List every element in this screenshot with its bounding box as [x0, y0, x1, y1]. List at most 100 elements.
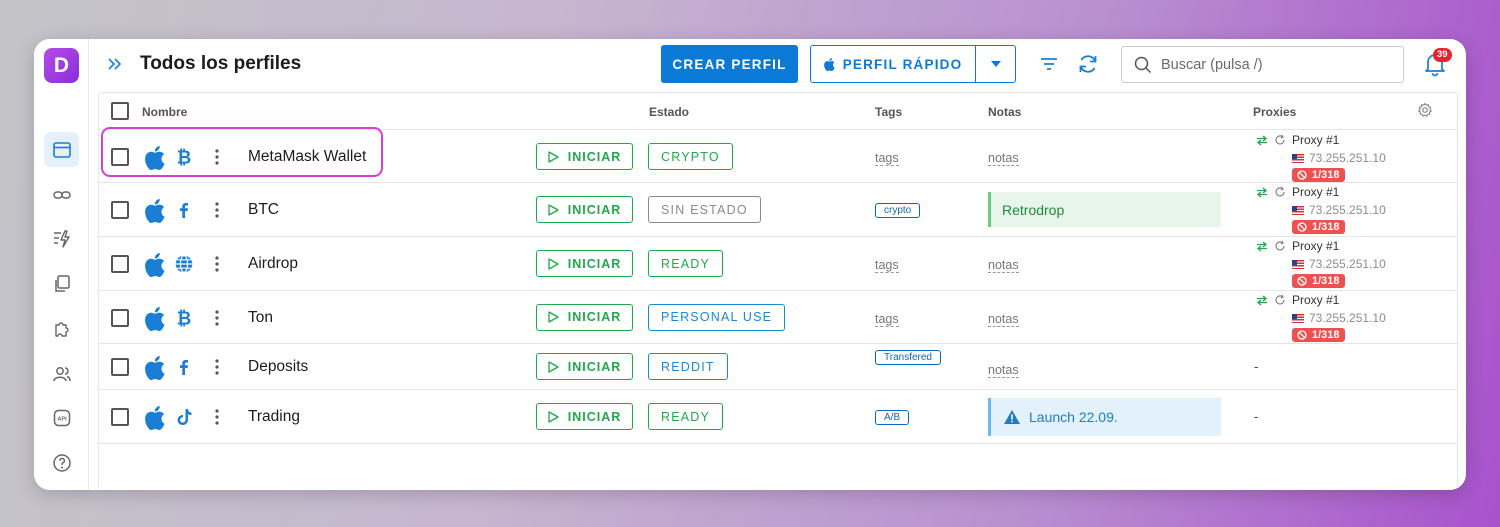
- expand-sidebar-icon[interactable]: [106, 55, 124, 73]
- start-profile-button[interactable]: INICIAR: [536, 143, 633, 170]
- row-checkbox[interactable]: [111, 308, 129, 327]
- more-options-icon[interactable]: [214, 201, 220, 219]
- notes-placeholder[interactable]: notas: [988, 258, 1019, 273]
- search-input[interactable]: [1161, 56, 1381, 73]
- sidebar-item-extensions[interactable]: [44, 311, 79, 346]
- apple-icon: [145, 406, 165, 431]
- play-icon: [548, 360, 559, 373]
- more-options-icon[interactable]: [214, 408, 220, 426]
- note-text: Launch 22.09.: [1029, 409, 1118, 425]
- tiktok-icon: [174, 407, 194, 427]
- api-icon-label: API: [57, 416, 67, 422]
- more-options-icon[interactable]: [214, 255, 220, 273]
- us-flag-icon: [1292, 153, 1304, 163]
- more-options-icon[interactable]: [214, 148, 220, 166]
- quick-profile-dropdown[interactable]: [976, 46, 1015, 82]
- app-logo[interactable]: D: [44, 48, 79, 83]
- quick-profile-button[interactable]: PERFIL RÁPIDO: [811, 46, 976, 82]
- column-header-notes[interactable]: Notas: [988, 105, 1021, 119]
- table-row[interactable]: ₿ Ton INICIAR PERSONAL USE tags notas Proxy #…: [99, 291, 1457, 344]
- note-block[interactable]: Retrodrop: [988, 192, 1221, 227]
- profile-name[interactable]: MetaMask Wallet: [248, 148, 366, 166]
- tags-placeholder[interactable]: tags: [875, 151, 899, 166]
- proxy-usage-badge: 1/318: [1292, 220, 1345, 234]
- start-profile-button[interactable]: INICIAR: [536, 303, 633, 331]
- proxy-usage-count: 1/318: [1312, 329, 1340, 341]
- profile-name[interactable]: Trading: [248, 408, 300, 426]
- us-flag-icon: [1292, 259, 1304, 269]
- sidebar-item-help[interactable]: [44, 445, 79, 480]
- sidebar-item-team[interactable]: [44, 356, 79, 391]
- column-header-proxies[interactable]: Proxies: [1253, 105, 1296, 119]
- proxy-name: Proxy #1: [1292, 185, 1340, 199]
- sidebar-item-proxies[interactable]: [44, 177, 79, 212]
- search-box: [1121, 46, 1404, 83]
- table-row[interactable]: Deposits INICIAR REDDIT Transfered notas -: [99, 344, 1457, 390]
- notes-placeholder[interactable]: notas: [988, 151, 1019, 166]
- profiles-table: Nombre Estado Tags Notas Proxies ₿ MetaMa…: [98, 92, 1458, 490]
- start-profile-button[interactable]: INICIAR: [536, 353, 633, 380]
- table-row[interactable]: Trading INICIAR READY A/B Launch 22.09. -: [99, 390, 1457, 444]
- profile-name[interactable]: BTC: [248, 201, 279, 219]
- sidebar: D API: [34, 39, 89, 490]
- caret-down-icon: [990, 61, 1001, 67]
- rotate-icon: [1275, 134, 1285, 145]
- status-badge[interactable]: READY: [648, 403, 724, 430]
- create-profile-button[interactable]: CREAR PERFIL: [661, 45, 798, 83]
- svg-text:₿: ₿: [177, 308, 192, 328]
- swap-arrows-icon: [1256, 187, 1268, 197]
- proxy-name: Proxy #1: [1292, 133, 1340, 147]
- globe-icon: [174, 254, 194, 274]
- note-block[interactable]: Launch 22.09.: [988, 398, 1221, 436]
- profile-name[interactable]: Deposits: [248, 358, 308, 376]
- row-checkbox[interactable]: [111, 358, 129, 376]
- more-options-icon[interactable]: [214, 358, 220, 376]
- status-badge[interactable]: SIN ESTADO: [648, 196, 761, 223]
- column-header-name[interactable]: Nombre: [142, 105, 187, 119]
- swap-arrows-icon: [1256, 241, 1268, 251]
- apple-icon: [145, 146, 165, 171]
- tag-chip[interactable]: A/B: [875, 410, 910, 425]
- profile-name[interactable]: Ton: [248, 309, 273, 327]
- select-all-checkbox[interactable]: [111, 102, 129, 120]
- status-badge[interactable]: CRYPTO: [648, 143, 733, 170]
- sidebar-item-profiles[interactable]: [44, 132, 79, 167]
- bitcoin-icon: ₿: [174, 308, 194, 329]
- tag-chip[interactable]: Transfered: [875, 350, 941, 365]
- sidebar-item-api[interactable]: API: [44, 400, 79, 435]
- start-profile-button[interactable]: INICIAR: [536, 196, 633, 223]
- tag-chip[interactable]: crypto: [875, 203, 921, 218]
- start-profile-button[interactable]: INICIAR: [536, 403, 633, 430]
- row-checkbox[interactable]: [111, 201, 129, 219]
- status-badge[interactable]: PERSONAL USE: [648, 303, 786, 331]
- more-options-icon[interactable]: [214, 309, 220, 327]
- table-row[interactable]: ₿ MetaMask Wallet INICIAR CRYPTO tags notas P…: [99, 131, 1457, 183]
- row-checkbox[interactable]: [111, 255, 129, 273]
- notes-placeholder[interactable]: notas: [988, 363, 1019, 378]
- row-checkbox[interactable]: [111, 148, 129, 166]
- table-row[interactable]: BTC INICIAR SIN ESTADO crypto Retrodrop Prox…: [99, 183, 1457, 237]
- link-icon: [52, 190, 71, 199]
- start-profile-button[interactable]: INICIAR: [536, 250, 633, 277]
- status-badge[interactable]: REDDIT: [648, 353, 728, 380]
- refresh-icon[interactable]: [1076, 52, 1100, 76]
- table-row[interactable]: Airdrop INICIAR READY tags notas Proxy #1 73…: [99, 237, 1457, 291]
- notes-placeholder[interactable]: notas: [988, 312, 1019, 327]
- status-badge[interactable]: READY: [648, 250, 724, 277]
- profile-name[interactable]: Airdrop: [248, 255, 298, 273]
- tags-placeholder[interactable]: tags: [875, 258, 899, 273]
- proxy-ip: 73.255.251.10: [1309, 151, 1386, 165]
- tags-placeholder[interactable]: tags: [875, 312, 899, 327]
- play-icon: [548, 203, 559, 216]
- swap-arrows-icon: [1256, 295, 1268, 305]
- column-header-status[interactable]: Estado: [649, 105, 689, 119]
- column-settings-icon[interactable]: [1417, 102, 1433, 118]
- filter-icon[interactable]: [1037, 52, 1061, 76]
- row-checkbox[interactable]: [111, 408, 129, 426]
- column-header-tags[interactable]: Tags: [875, 105, 902, 119]
- block-icon: [1297, 222, 1307, 232]
- sidebar-item-clone[interactable]: [44, 266, 79, 301]
- sidebar-item-automation[interactable]: [44, 221, 79, 256]
- block-icon: [1297, 330, 1307, 340]
- play-icon: [548, 311, 559, 323]
